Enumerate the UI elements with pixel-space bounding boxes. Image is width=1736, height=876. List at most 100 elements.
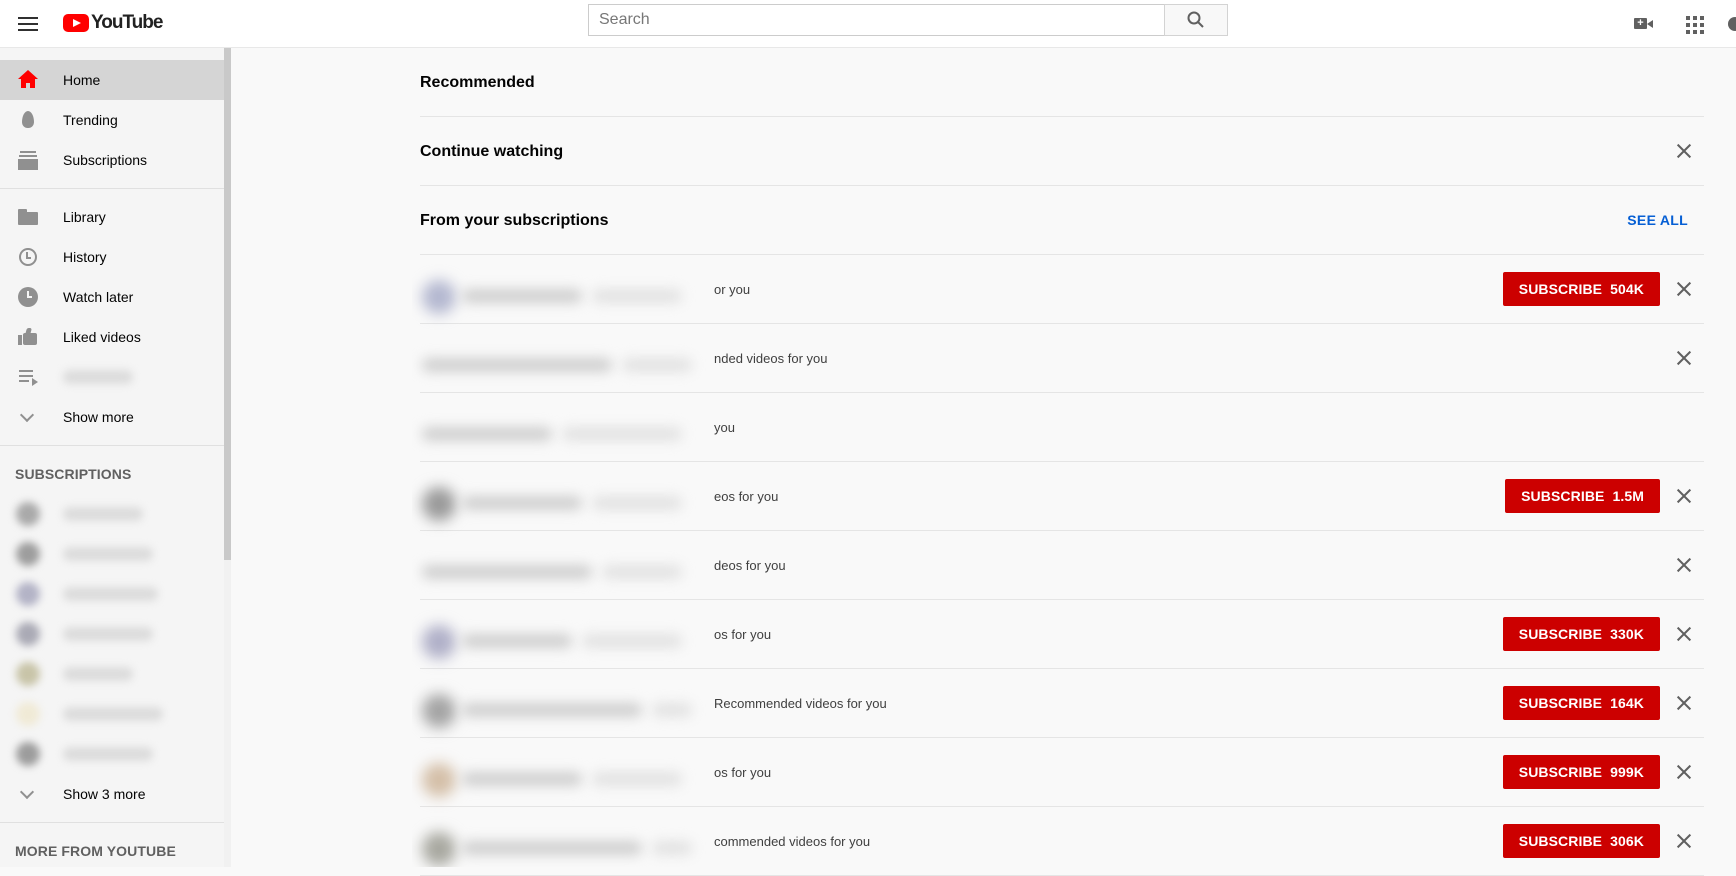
sidebar-item-label: Liked videos: [63, 329, 141, 345]
section-from-subscriptions: From your subscriptions SEE ALL: [420, 186, 1704, 255]
show-more-label: Show more: [63, 409, 134, 425]
chevron-down-icon: [16, 782, 40, 806]
see-all-button[interactable]: SEE ALL: [1627, 212, 1688, 228]
sidebar-item-label: Trending: [63, 112, 118, 128]
subscription-item[interactable]: [0, 574, 224, 614]
apps-grid-icon[interactable]: [1682, 12, 1706, 36]
sidebar-item-label: Watch later: [63, 289, 134, 305]
sidebar-item-label: Home: [63, 72, 101, 88]
subscriptions-heading: SUBSCRIPTIONS: [15, 466, 132, 482]
messages-icon[interactable]: [1728, 12, 1736, 36]
blurred-playlist-name: [63, 370, 133, 384]
close-icon[interactable]: [1674, 693, 1694, 713]
playlist-icon: [16, 365, 40, 389]
sidebar: Home Trending Subscriptions Library Hist…: [0, 48, 224, 867]
menu-icon[interactable]: [16, 12, 40, 36]
close-icon[interactable]: [1674, 141, 1694, 161]
subscriber-count: 1.5M: [1612, 488, 1644, 504]
brand-name: YouTube: [91, 12, 163, 33]
section-recommended: Recommended: [420, 48, 1704, 117]
home-icon: [16, 68, 40, 92]
sidebar-item-subscriptions[interactable]: Subscriptions: [0, 140, 224, 180]
folder-icon: [16, 205, 40, 229]
subscriber-count: 306K: [1610, 833, 1644, 849]
more-from-youtube-heading: MORE FROM YOUTUBE: [15, 843, 176, 859]
subscribe-button[interactable]: SUBSCRIBE 504K: [1502, 272, 1660, 306]
thumbs-up-icon: [16, 325, 40, 349]
close-icon[interactable]: [1674, 624, 1694, 644]
channel-row-text: or you: [714, 282, 751, 297]
sidebar-item-home[interactable]: Home: [0, 60, 224, 100]
section-title: Continue watching: [420, 143, 564, 160]
subscribe-label: SUBSCRIBE: [1518, 764, 1603, 780]
sidebar-item-label: Library: [63, 209, 106, 225]
subscription-item[interactable]: [0, 734, 224, 774]
search-button[interactable]: [1164, 4, 1228, 36]
sidebar-item-trending[interactable]: Trending: [0, 100, 224, 140]
subscription-item[interactable]: [0, 614, 224, 654]
youtube-logo[interactable]: YouTube: [63, 11, 163, 35]
channel-row-text: deos for you: [714, 558, 786, 573]
close-icon[interactable]: [1674, 279, 1694, 299]
sidebar-item-label: Subscriptions: [63, 152, 148, 168]
subscribe-label: SUBSCRIBE: [1518, 695, 1603, 711]
subscription-item[interactable]: [0, 654, 224, 694]
search-icon: [1187, 11, 1204, 28]
sidebar-item-label: History: [63, 249, 107, 265]
clock-icon: [16, 285, 40, 309]
flame-icon: [16, 108, 40, 132]
channel-row-text: you: [714, 420, 735, 435]
subscriber-count: 164K: [1610, 695, 1644, 711]
subscriber-count: 330K: [1610, 626, 1644, 642]
channel-row-text: eos for you: [714, 489, 779, 504]
subscribe-button[interactable]: SUBSCRIBE 164K: [1502, 686, 1660, 720]
sidebar-item-playlist[interactable]: [0, 357, 224, 397]
subscribe-label: SUBSCRIBE: [1518, 626, 1603, 642]
section-continue-watching: Continue watching: [420, 117, 1704, 186]
close-icon[interactable]: [1674, 555, 1694, 575]
subscription-item[interactable]: [0, 534, 224, 574]
sidebar-item-library[interactable]: Library: [0, 197, 224, 237]
subscribe-label: SUBSCRIBE: [1518, 281, 1603, 297]
sidebar-scrollbar[interactable]: [224, 48, 231, 560]
subscription-item[interactable]: [0, 494, 224, 534]
section-title: From your subscriptions: [420, 212, 609, 229]
masthead: YouTube +: [0, 0, 1736, 48]
show-3-more-label: Show 3 more: [63, 786, 146, 802]
history-icon: [16, 245, 40, 269]
subscriber-count: 504K: [1610, 281, 1644, 297]
close-icon[interactable]: [1674, 486, 1694, 506]
sidebar-item-liked-videos[interactable]: Liked videos: [0, 317, 224, 357]
show-3-more-button[interactable]: Show 3 more: [0, 774, 224, 814]
show-more-button[interactable]: Show more: [0, 397, 224, 437]
blurred-channel-names: [412, 262, 712, 867]
sidebar-divider: [0, 822, 224, 823]
close-icon[interactable]: [1674, 762, 1694, 782]
close-icon[interactable]: [1674, 348, 1694, 368]
create-video-icon[interactable]: +: [1632, 12, 1656, 36]
search-input[interactable]: [588, 4, 1164, 36]
channel-row-text: os for you: [714, 627, 772, 642]
subscribe-button[interactable]: SUBSCRIBE 999K: [1502, 755, 1660, 789]
channel-row-text: Recommended videos for you: [714, 696, 887, 711]
youtube-logo-icon: [63, 14, 89, 32]
subscribe-button[interactable]: SUBSCRIBE 330K: [1502, 617, 1660, 651]
chevron-down-icon: [16, 405, 40, 429]
section-title: Recommended: [420, 74, 535, 91]
subscribe-button[interactable]: SUBSCRIBE 1.5M: [1505, 479, 1660, 513]
close-icon[interactable]: [1674, 831, 1694, 851]
subscribe-label: SUBSCRIBE: [1521, 488, 1605, 504]
search-box: [588, 4, 1228, 36]
channel-row-text: os for you: [714, 765, 772, 780]
subscriptions-icon: [16, 148, 40, 172]
channel-row-text: commended videos for you: [714, 834, 871, 849]
sidebar-divider: [0, 445, 224, 446]
channel-row-text: nded videos for you: [714, 351, 828, 366]
subscriber-count: 999K: [1610, 764, 1644, 780]
sidebar-item-history[interactable]: History: [0, 237, 224, 277]
sidebar-divider: [0, 188, 224, 189]
subscribe-button[interactable]: SUBSCRIBE 306K: [1502, 824, 1660, 858]
subscribe-label: SUBSCRIBE: [1518, 833, 1603, 849]
sidebar-item-watch-later[interactable]: Watch later: [0, 277, 224, 317]
subscription-item[interactable]: [0, 694, 224, 734]
